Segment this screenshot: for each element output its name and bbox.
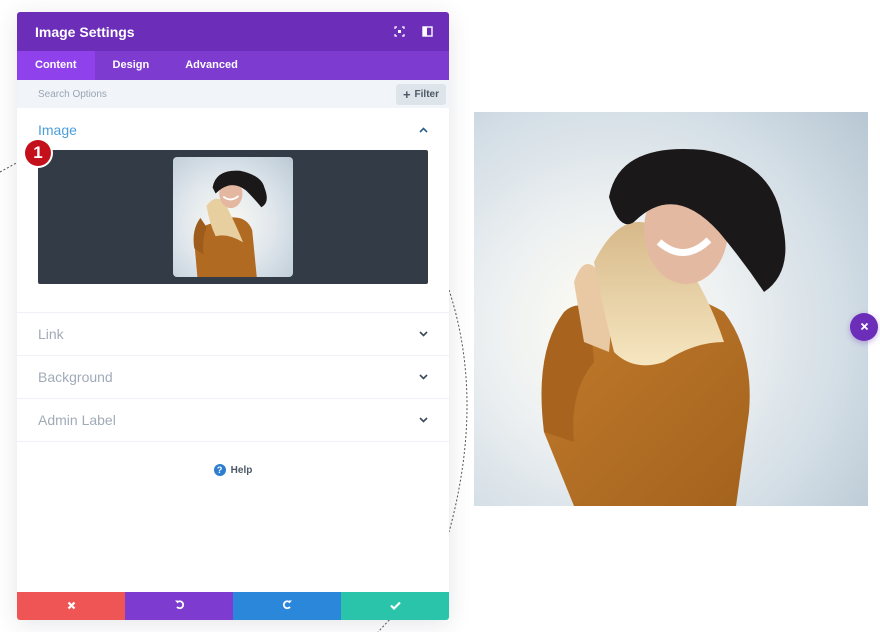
close-preview-button[interactable] [850,313,878,341]
section-background-title: Background [38,369,113,385]
help-link[interactable]: ? Help [17,464,449,476]
close-icon [860,318,869,336]
cancel-button[interactable] [17,592,125,620]
header-icons [393,26,433,38]
check-icon [389,597,401,615]
undo-icon [174,597,185,615]
section-admin-label-title: Admin Label [38,412,116,428]
annotation-step-badge: 1 [25,140,51,166]
tab-bar: Content Design Advanced [17,51,449,80]
search-options-input[interactable] [38,88,338,100]
modal-header: Image Settings [17,12,449,51]
modal-title: Image Settings [35,23,135,40]
image-preview [474,112,868,506]
sidebar-toggle-icon[interactable] [421,26,433,38]
undo-button[interactable] [125,592,233,620]
section-link-title: Link [38,326,64,342]
chevron-down-icon [418,372,428,382]
tab-design[interactable]: Design [95,51,168,80]
plus-icon: + [402,86,411,102]
help-label: Help [230,464,253,476]
save-button[interactable] [341,592,449,620]
image-upload-area[interactable] [38,150,428,284]
image-thumbnail [173,157,293,277]
chevron-down-icon [418,329,428,339]
section-admin-label[interactable]: Admin Label [17,399,449,442]
help-icon: ? [213,464,226,476]
section-image-toggle[interactable]: Image [38,120,428,140]
modal-footer [17,592,449,620]
search-bar: + Filter [17,80,449,108]
close-icon [67,597,76,615]
redo-button[interactable] [233,592,341,620]
section-image-title: Image [38,122,77,138]
section-background[interactable]: Background [17,356,449,399]
fullscreen-icon[interactable] [393,26,405,38]
image-settings-modal: Image Settings Content Design Advanced +… [17,12,449,620]
tab-advanced[interactable]: Advanced [167,51,256,80]
chevron-up-icon [418,125,428,135]
chevron-down-icon [418,415,428,425]
filter-label: Filter [414,88,439,100]
filter-button[interactable]: + Filter [395,83,446,105]
section-link[interactable]: Link [17,313,449,356]
section-image: Image [17,108,449,313]
redo-icon [282,597,293,615]
tab-content[interactable]: Content [17,51,95,80]
